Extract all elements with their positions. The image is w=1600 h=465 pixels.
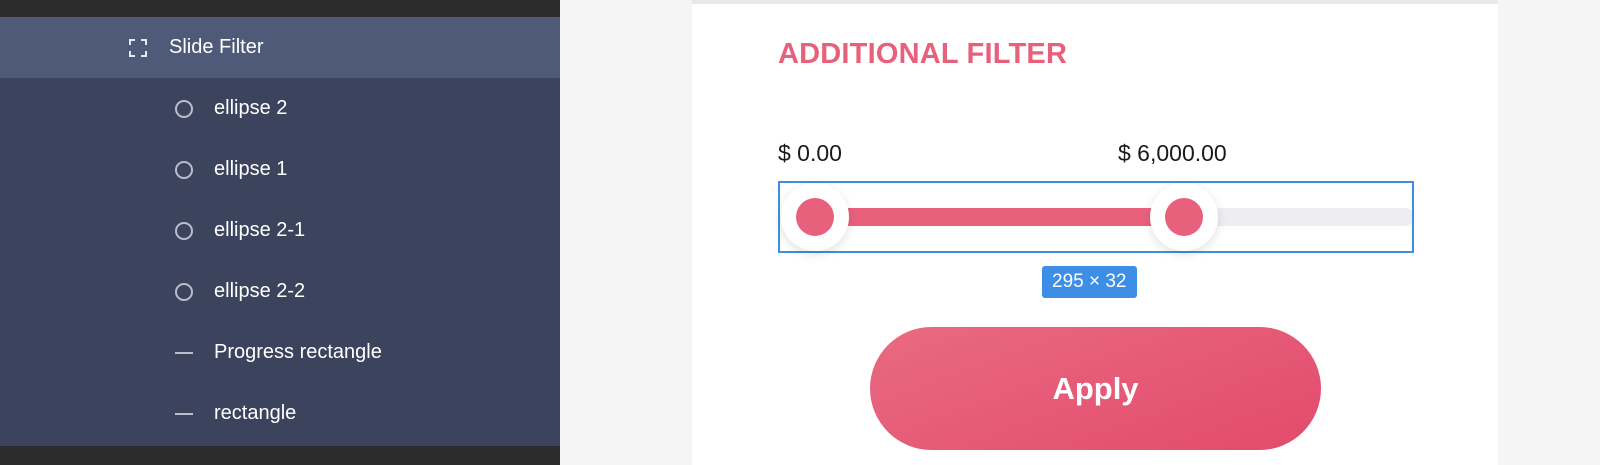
- layer-item-label: Progress rectangle: [214, 341, 382, 363]
- layer-item-slide-filter[interactable]: Slide Filter: [0, 17, 560, 78]
- slider-max-thumb[interactable]: [1150, 183, 1218, 251]
- ellipse-icon: [173, 159, 195, 181]
- layer-item-label: rectangle: [214, 402, 297, 424]
- layers-panel: Slide Filter ellipse 2 ellipse 1 ellipse…: [0, 0, 560, 465]
- filter-title: ADDITIONAL FILTER: [778, 38, 1068, 70]
- layer-item-label: ellipse 2-1: [214, 219, 306, 241]
- ellipse-icon: [173, 220, 195, 242]
- ellipse-dot: [796, 198, 834, 236]
- layer-item-label: ellipse 2: [214, 97, 288, 119]
- frame-icon: [127, 37, 149, 59]
- price-min-label: $ 0.00: [778, 140, 842, 166]
- layers-list: Slide Filter ellipse 2 ellipse 1 ellipse…: [0, 17, 560, 446]
- layer-item-ellipse-2[interactable]: ellipse 2: [0, 78, 560, 139]
- layer-item-label: ellipse 2-2: [214, 280, 306, 302]
- line-icon: [173, 403, 195, 425]
- ellipse-icon: [173, 281, 195, 303]
- apply-button[interactable]: Apply: [870, 327, 1321, 450]
- layer-item-rectangle[interactable]: rectangle: [0, 383, 560, 444]
- selection-size-badge: 295 × 32: [1042, 266, 1137, 298]
- layer-item-ellipse-2-2[interactable]: ellipse 2-2: [0, 261, 560, 322]
- layer-item-ellipse-2-1[interactable]: ellipse 2-1: [0, 200, 560, 261]
- selection-box[interactable]: [778, 181, 1414, 253]
- ellipse-dot: [1165, 198, 1203, 236]
- ellipse-icon: [173, 98, 195, 120]
- layer-item-label: Slide Filter: [169, 36, 264, 58]
- layer-item-label: ellipse 1: [214, 158, 288, 180]
- slider-min-thumb[interactable]: [781, 183, 849, 251]
- price-max-label: $ 6,000.00: [1118, 140, 1227, 166]
- layer-item-progress-rectangle[interactable]: Progress rectangle: [0, 322, 560, 383]
- layer-item-ellipse-1[interactable]: ellipse 1: [0, 139, 560, 200]
- line-icon: [173, 342, 195, 364]
